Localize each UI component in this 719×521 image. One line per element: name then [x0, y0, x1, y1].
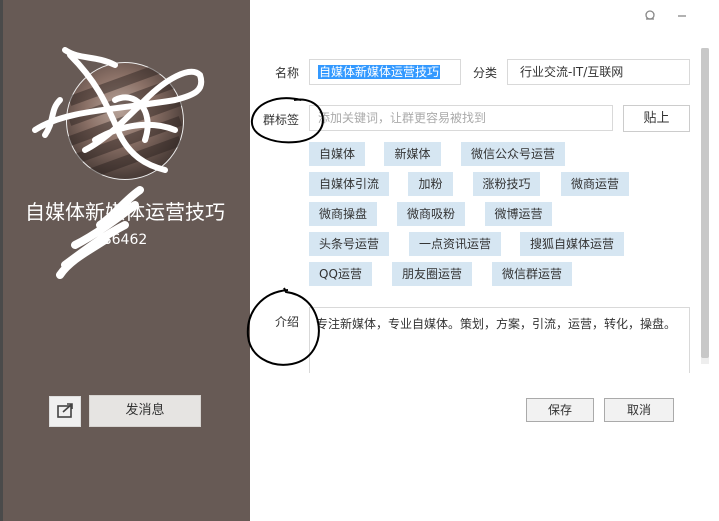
tag-chip[interactable]: 自媒体引流	[309, 172, 389, 196]
tag-chip[interactable]: 新媒体	[384, 142, 441, 166]
tag-chip[interactable]: 微商吸粉	[397, 202, 465, 226]
tag-chip[interactable]: 搜狐自媒体运营	[520, 232, 624, 256]
tag-chip[interactable]: 微博运营	[485, 202, 552, 226]
name-input[interactable]: 自媒体新媒体运营技巧	[309, 59, 461, 85]
name-label: 名称	[275, 66, 300, 80]
pin-icon[interactable]	[642, 8, 658, 24]
cancel-button[interactable]: 取消	[604, 398, 674, 422]
category-label: 分类	[473, 66, 498, 80]
tag-chip[interactable]: 头条号运营	[309, 232, 389, 256]
tag-chip[interactable]: 朋友圈运营	[392, 262, 472, 286]
minimize-icon[interactable]	[674, 8, 690, 24]
scrollbar-thumb[interactable]	[701, 48, 709, 358]
intro-textarea[interactable]: 专注新媒体，专业自媒体。策划，方案，引流，运营，转化，操盘。	[309, 307, 690, 373]
group-avatar[interactable]	[66, 62, 184, 180]
tags-input-placeholder: 添加关键词，让群更容易被找到	[318, 111, 487, 125]
share-button[interactable]	[49, 396, 81, 427]
tag-chip[interactable]: 自媒体	[309, 142, 365, 166]
name-input-value: 自媒体新媒体运营技巧	[318, 65, 441, 79]
tag-chip[interactable]: 微信公众号运营	[461, 142, 565, 166]
share-icon	[57, 403, 73, 418]
send-message-button[interactable]: 发消息	[89, 395, 201, 427]
category-select[interactable]: 行业交流-IT/互联网	[507, 59, 690, 85]
group-name: 自媒体新媒体运营技巧	[25, 200, 225, 224]
tag-chip[interactable]: QQ运营	[309, 262, 372, 286]
tag-chip[interactable]: 一点资讯运营	[409, 232, 501, 256]
intro-label: 介绍	[275, 315, 300, 329]
paste-button[interactable]: 贴上	[623, 105, 690, 132]
window-edge	[0, 0, 3, 521]
save-button[interactable]: 保存	[526, 398, 594, 422]
tag-chip[interactable]: 微信群运营	[492, 262, 572, 286]
tag-chip[interactable]: 微商运营	[561, 172, 629, 196]
tag-chip[interactable]: 微商操盘	[309, 202, 377, 226]
tag-chip[interactable]: 涨粉技巧	[473, 172, 540, 196]
tags-label: 群标签	[263, 113, 300, 127]
tag-chip[interactable]: 加粉	[408, 172, 453, 196]
group-id: 86462	[102, 232, 148, 248]
tags-input[interactable]: 添加关键词，让群更容易被找到	[309, 105, 613, 131]
